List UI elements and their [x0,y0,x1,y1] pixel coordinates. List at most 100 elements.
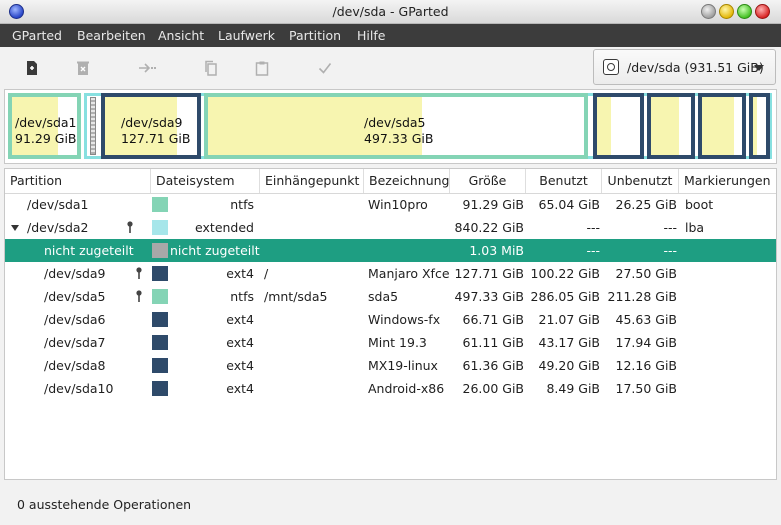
minimize-window-button[interactable] [719,4,734,19]
pending-operations-status: 0 ausstehende Operationen [17,497,192,512]
close-window-button[interactable] [755,4,770,19]
row-label: Android-x86 [368,381,445,396]
row-partition: /dev/sda6 [44,312,106,327]
row-partition: /dev/sda1 [27,197,89,212]
expander-arrow-icon[interactable] [11,225,19,231]
status-bar: 0 ausstehende Operationen [0,482,781,525]
diskmap-partition-sda6[interactable] [593,93,644,159]
row-size: 497.33 GiB [454,289,524,304]
menu-hilfe[interactable]: Hilfe [357,28,385,43]
row-unused: 45.63 GiB [615,312,678,327]
menu-bar: GParted Bearbeiten Ansicht Laufwerk Part… [0,24,781,47]
row-used: 286.05 GiB [530,289,600,304]
menu-bearbeiten[interactable]: Bearbeiten [77,28,146,43]
copy-button[interactable] [200,57,222,79]
table-row[interactable]: /dev/sda9 ext4 / Manjaro Xfce 127.71 GiB… [5,262,776,285]
table-row[interactable]: /dev/sda6 ext4 Windows-fx 66.71 GiB 21.0… [5,308,776,331]
row-label: Win10pro [368,197,428,212]
menu-partition[interactable]: Partition [289,28,341,43]
diskmap-sda1-name: /dev/sda1 [15,115,77,130]
delete-partition-button[interactable] [72,57,94,79]
device-selector[interactable]: /dev/sda (931.51 GiB) [593,49,776,85]
partition-table: Partition Dateisystem Einhängepunkt Beze… [4,168,777,480]
maximize-window-button[interactable] [737,4,752,19]
column-markierungen[interactable]: Markierungen [679,169,776,193]
row-flags: lba [685,220,705,235]
row-used: 49.20 GiB [538,358,601,373]
row-mountpoint: / [264,266,269,281]
row-unused: --- [663,220,677,235]
row-partition: /dev/sda2 [27,220,89,235]
apply-button[interactable] [314,57,336,79]
copy-icon [205,60,217,76]
row-mountpoint: /mnt/sda5 [264,289,328,304]
diskmap-sda5-size: 497.33 GiB [364,131,434,146]
table-row[interactable]: /dev/sda2 extended 840.22 GiB --- --- lb… [5,216,776,239]
paste-icon [255,61,269,76]
fs-color-swatch [152,289,168,304]
column-partition[interactable]: Partition [5,169,151,193]
diskmap-partition-sda1[interactable]: /dev/sda1 91.29 GiB [8,93,81,159]
diskmap-unallocated[interactable] [90,97,96,155]
menu-laufwerk[interactable]: Laufwerk [218,28,275,43]
chevron-down-icon [754,65,764,71]
row-size: 840.22 GiB [454,220,524,235]
table-row[interactable]: /dev/sda8 ext4 MX19-linux 61.36 GiB 49.2… [5,354,776,377]
table-row-selected[interactable]: nicht zugeteilt nicht zugeteilt 1.03 MiB… [5,239,776,262]
new-partition-button[interactable] [21,57,43,79]
lock-key-icon [127,221,133,233]
apply-icon [318,63,332,74]
delete-partition-icon [77,61,89,75]
row-label: Windows-fx [368,312,441,327]
column-bezeichnung[interactable]: Bezeichnung [364,169,450,193]
menu-ansicht[interactable]: Ansicht [158,28,204,43]
diskmap-partition-sda10[interactable] [749,93,770,159]
disk-map: /dev/sda1 91.29 GiB /dev/sda9 127.71 GiB… [4,89,777,164]
diskmap-partition-sda8[interactable] [698,93,746,159]
column-dateisystem[interactable]: Dateisystem [151,169,260,193]
fs-color-swatch [152,312,168,327]
fs-color-swatch [152,243,168,258]
row-size: 127.71 GiB [454,266,524,281]
table-row[interactable]: /dev/sda7 ext4 Mint 19.3 61.11 GiB 43.17… [5,331,776,354]
table-row[interactable]: /dev/sda10 ext4 Android-x86 26.00 GiB 8.… [5,377,776,400]
row-unused: 27.50 GiB [615,266,678,281]
lock-key-icon [136,290,142,302]
row-filesystem: ext4 [226,266,254,281]
row-filesystem: ext4 [226,358,254,373]
table-row[interactable]: /dev/sda5 ntfs /mnt/sda5 sda5 497.33 GiB… [5,285,776,308]
paste-button[interactable] [251,57,273,79]
row-flags: boot [685,197,714,212]
row-unused: 211.28 GiB [607,289,677,304]
row-filesystem: nicht zugeteilt [170,243,260,258]
device-selector-label: /dev/sda (931.51 GiB) [627,60,764,75]
menu-gparted[interactable]: GParted [12,28,62,43]
new-partition-icon [27,61,37,75]
fs-color-swatch [152,335,168,350]
row-partition: /dev/sda9 [44,266,106,281]
harddisk-icon [603,59,619,75]
diskmap-sda5-name: /dev/sda5 [364,115,426,130]
diskmap-partition-sda9[interactable]: /dev/sda9 127.71 GiB [101,93,201,159]
table-row[interactable]: /dev/sda1 ntfs Win10pro 91.29 GiB 65.04 … [5,193,776,216]
fs-color-swatch [152,358,168,373]
row-unused: 17.94 GiB [615,335,678,350]
diskmap-sda1-size: 91.29 GiB [15,131,77,146]
column-groesse[interactable]: Größe [450,169,526,193]
diskmap-sda9-size: 127.71 GiB [121,131,191,146]
row-label: MX19-linux [368,358,438,373]
row-filesystem: extended [195,220,254,235]
row-size: 91.29 GiB [462,197,525,212]
row-size: 26.00 GiB [462,381,525,396]
column-benutzt[interactable]: Benutzt [526,169,602,193]
shade-window-button[interactable] [701,4,716,19]
column-unbenutzt[interactable]: Unbenutzt [602,169,679,193]
resize-move-button[interactable] [136,57,158,79]
row-size: 66.71 GiB [462,312,525,327]
row-filesystem: ext4 [226,312,254,327]
column-einhaengepunkt[interactable]: Einhängepunkt [260,169,364,193]
row-partition: nicht zugeteilt [44,243,134,258]
diskmap-partition-sda5[interactable]: /dev/sda5 497.33 GiB [204,93,588,159]
row-unused: 17.50 GiB [615,381,678,396]
diskmap-partition-sda7[interactable] [647,93,695,159]
